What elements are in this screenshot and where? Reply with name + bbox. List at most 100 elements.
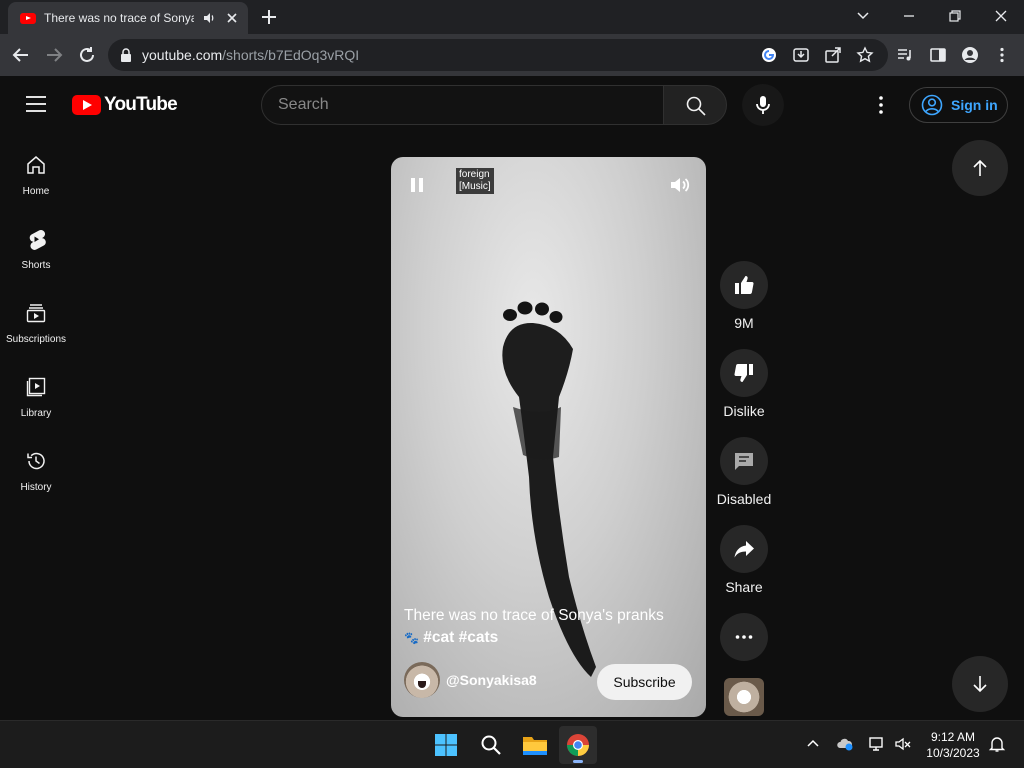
closed-caption: foreign [Music] — [456, 168, 494, 194]
sidebar-item-label: Home — [22, 186, 50, 197]
dislike-label: Dislike — [723, 403, 765, 419]
chrome-taskbar-button[interactable] — [559, 726, 597, 764]
more-horizontal-icon — [735, 635, 753, 639]
share-arrow-icon — [734, 541, 754, 558]
sidebar-item-home[interactable]: Home — [0, 132, 72, 206]
window-close-icon[interactable] — [990, 5, 1012, 27]
forward-arrow-icon[interactable] — [43, 44, 65, 66]
share-button[interactable] — [720, 525, 768, 573]
like-button[interactable] — [720, 261, 768, 309]
file-explorer-button[interactable] — [516, 726, 554, 764]
caption-line-2: [Music] — [459, 181, 491, 192]
microphone-icon — [756, 96, 770, 114]
hamburger-menu-icon[interactable] — [26, 96, 46, 112]
channel-handle[interactable]: @Sonyakisa8 — [446, 672, 537, 688]
browser-toolbar: youtube.com/shorts/b7EdOq3vRQI — [0, 34, 1024, 76]
browser-menu-icon[interactable] — [993, 46, 1011, 64]
minimize-icon[interactable] — [898, 5, 920, 27]
tab-audio-icon[interactable] — [202, 11, 216, 25]
shorts-video-player[interactable]: foreign [Music] There was no trace of So… — [391, 157, 706, 717]
volume-muted-icon[interactable] — [894, 735, 912, 753]
account-circle-icon — [921, 94, 943, 116]
next-short-button[interactable] — [952, 656, 1008, 712]
sign-in-button[interactable]: Sign in — [909, 87, 1008, 123]
like-count: 9M — [734, 315, 754, 331]
sidebar-item-library[interactable]: Library — [0, 354, 72, 428]
library-icon — [26, 377, 46, 397]
comments-action: Disabled — [716, 437, 772, 507]
subscribe-button[interactable]: Subscribe — [597, 664, 692, 700]
share-page-icon[interactable] — [824, 46, 842, 64]
sidebar-item-shorts[interactable]: Shorts — [0, 206, 72, 280]
tab-search-chevron-icon[interactable] — [852, 5, 874, 27]
system-clock[interactable]: 9:12 AM 10/3/2023 — [920, 729, 986, 761]
volume-icon[interactable] — [669, 175, 691, 195]
browser-tabstrip: There was no trace of Sonya's pranks — [0, 0, 1024, 34]
short-title-text: There was no trace of Sonya's pranks — [404, 607, 664, 624]
sign-in-label: Sign in — [951, 97, 998, 113]
share-action: Share — [718, 525, 770, 595]
comment-icon — [735, 453, 753, 470]
new-tab-icon[interactable] — [260, 8, 278, 26]
tray-chevron-up-icon[interactable] — [804, 735, 822, 753]
youtube-play-logo-icon — [72, 95, 101, 115]
lock-icon[interactable] — [120, 48, 132, 62]
network-icon[interactable] — [868, 735, 886, 753]
more-options-button[interactable] — [720, 613, 768, 661]
paw-emoji-icon: 🐾 — [404, 631, 419, 645]
arrow-up-icon — [973, 159, 987, 176]
bookmark-star-icon[interactable] — [856, 46, 874, 64]
clock-time: 9:12 AM — [930, 730, 976, 744]
youtube-favicon-icon — [20, 12, 36, 24]
media-control-icon[interactable] — [896, 46, 914, 64]
install-app-icon[interactable] — [792, 46, 810, 64]
dislike-action: Dislike — [718, 349, 770, 419]
restore-icon[interactable] — [944, 5, 966, 27]
subscriptions-icon — [26, 304, 46, 323]
notification-bell-icon[interactable] — [988, 735, 1006, 753]
comments-button[interactable] — [720, 437, 768, 485]
arrow-down-icon — [973, 676, 987, 693]
sidebar-item-history[interactable]: History — [0, 428, 72, 502]
profile-icon[interactable] — [961, 46, 979, 64]
pause-icon[interactable] — [409, 177, 425, 193]
logo-wordmark: YouTube — [104, 94, 178, 115]
hashtags[interactable]: #cat #cats — [423, 629, 498, 646]
side-panel-icon[interactable] — [929, 46, 947, 64]
previous-short-button[interactable] — [952, 140, 1008, 196]
thumbs-down-icon — [734, 364, 753, 382]
taskbar-search-button[interactable] — [472, 726, 510, 764]
comments-label: Disabled — [716, 491, 772, 507]
search-input[interactable] — [278, 94, 648, 116]
voice-search-button[interactable] — [742, 84, 784, 126]
like-action: 9M — [718, 261, 770, 331]
tab-close-icon[interactable] — [224, 10, 240, 26]
search-icon — [686, 96, 706, 116]
clock-date: 10/3/2023 — [926, 746, 980, 760]
chrome-icon — [567, 734, 589, 756]
channel-info[interactable]: @Sonyakisa8 — [404, 662, 537, 698]
thumbs-up-icon — [735, 276, 754, 294]
url-host: youtube.com — [142, 47, 223, 63]
sound-thumbnail[interactable] — [724, 678, 764, 716]
sidebar-item-subscriptions[interactable]: Subscriptions — [0, 280, 72, 354]
short-title: There was no trace of Sonya's pranks 🐾 #… — [404, 605, 694, 649]
reload-icon[interactable] — [76, 44, 98, 66]
search-icon — [481, 735, 501, 755]
tab-title: There was no trace of Sonya's pranks — [44, 11, 194, 25]
start-button[interactable] — [427, 726, 465, 764]
channel-avatar[interactable] — [404, 662, 440, 698]
settings-more-icon[interactable] — [870, 94, 892, 116]
dislike-button[interactable] — [720, 349, 768, 397]
browser-tab[interactable]: There was no trace of Sonya's pranks — [8, 2, 248, 34]
back-arrow-icon[interactable] — [10, 44, 32, 66]
search-button[interactable] — [663, 85, 727, 125]
address-bar[interactable]: youtube.com/shorts/b7EdOq3vRQI — [108, 39, 888, 71]
windows-taskbar: 9:12 AM 10/3/2023 — [0, 720, 1024, 768]
share-label: Share — [725, 579, 763, 595]
youtube-logo[interactable]: YouTube — [72, 94, 178, 116]
onedrive-cloud-icon[interactable] — [836, 735, 854, 753]
windows-logo-icon — [435, 734, 457, 756]
search-box — [261, 85, 664, 125]
google-lens-icon[interactable] — [760, 46, 778, 64]
